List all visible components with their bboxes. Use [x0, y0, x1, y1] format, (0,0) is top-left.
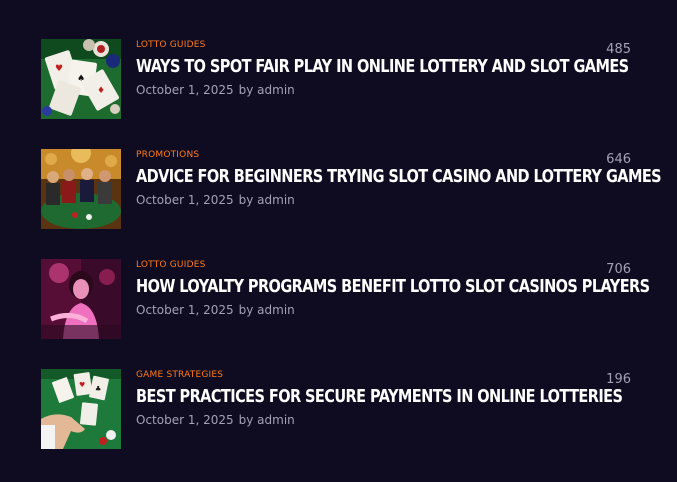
post-author: by admin — [238, 193, 295, 207]
post-author: by admin — [238, 83, 295, 97]
post-text: LOTTO GUIDES HOW LOYALTY PROGRAMS BENEFI… — [136, 259, 650, 318]
post-item: PROMOTIONS ADVICE FOR BEGINNERS TRYING S… — [41, 149, 662, 229]
post-date: October 1, 2025 — [136, 303, 234, 317]
post-title-link[interactable]: ADVICE FOR BEGINNERS TRYING SLOT CASINO … — [136, 166, 662, 188]
post-title-link[interactable]: WAYS TO SPOT FAIR PLAY IN ONLINE LOTTERY… — [136, 56, 629, 78]
post-text: GAME STRATEGIES BEST PRACTICES FOR SECUR… — [136, 369, 631, 428]
post-item: ♥ ♠ ♦ LOTTO GUIDES WAYS TO SPOT FAIR PLA… — [41, 39, 631, 119]
svg-text:♥: ♥ — [79, 381, 85, 389]
post-item: LOTTO GUIDES HOW LOYALTY PROGRAMS BENEFI… — [41, 259, 650, 339]
post-category-link[interactable]: LOTTO GUIDES — [136, 259, 631, 271]
post-title-link[interactable]: HOW LOYALTY PROGRAMS BENEFIT LOTTO SLOT … — [136, 276, 650, 298]
post-category-link[interactable]: GAME STRATEGIES — [136, 369, 631, 381]
post-category-link[interactable]: PROMOTIONS — [136, 149, 631, 161]
post-date: October 1, 2025 — [136, 413, 234, 427]
post-thumbnail-dealing[interactable]: ♥ ♣ — [41, 369, 121, 449]
post-text: PROMOTIONS ADVICE FOR BEGINNERS TRYING S… — [136, 149, 662, 208]
post-meta: October 1, 2025 by admin — [136, 82, 631, 98]
post-thumbnail-neon[interactable] — [41, 259, 121, 339]
post-thumbnail-casino-table[interactable] — [41, 149, 121, 229]
hand-dealing-cards-image: ♥ ♣ — [41, 369, 121, 449]
post-view-count: 196 — [606, 372, 631, 387]
post-meta: October 1, 2025 by admin — [136, 192, 631, 208]
svg-text:♣: ♣ — [95, 385, 101, 393]
post-list: ♥ ♠ ♦ LOTTO GUIDES WAYS TO SPOT FAIR PLA… — [41, 39, 662, 479]
post-author: by admin — [238, 413, 295, 427]
post-title-link[interactable]: BEST PRACTICES FOR SECURE PAYMENTS IN ON… — [136, 386, 623, 408]
svg-text:♥: ♥ — [55, 64, 63, 74]
woman-in-neon-light-image — [41, 259, 121, 339]
post-view-count: 485 — [606, 42, 631, 57]
post-meta: October 1, 2025 by admin — [136, 302, 631, 318]
post-author: by admin — [238, 303, 295, 317]
post-view-count: 646 — [606, 152, 631, 167]
people-at-casino-table-image — [41, 149, 121, 229]
post-category-link[interactable]: LOTTO GUIDES — [136, 39, 631, 51]
post-thumbnail-cards[interactable]: ♥ ♠ ♦ — [41, 39, 121, 119]
post-date: October 1, 2025 — [136, 83, 234, 97]
post-item: ♥ ♣ GAME STRATEGIES BEST PRACTICES FOR S… — [41, 369, 631, 449]
post-meta: October 1, 2025 by admin — [136, 412, 631, 428]
svg-text:♦: ♦ — [97, 86, 105, 96]
svg-text:♠: ♠ — [77, 74, 85, 84]
post-date: October 1, 2025 — [136, 193, 234, 207]
playing-cards-and-chips-image: ♥ ♠ ♦ — [41, 39, 121, 119]
post-text: LOTTO GUIDES WAYS TO SPOT FAIR PLAY IN O… — [136, 39, 631, 98]
post-view-count: 706 — [606, 262, 631, 277]
